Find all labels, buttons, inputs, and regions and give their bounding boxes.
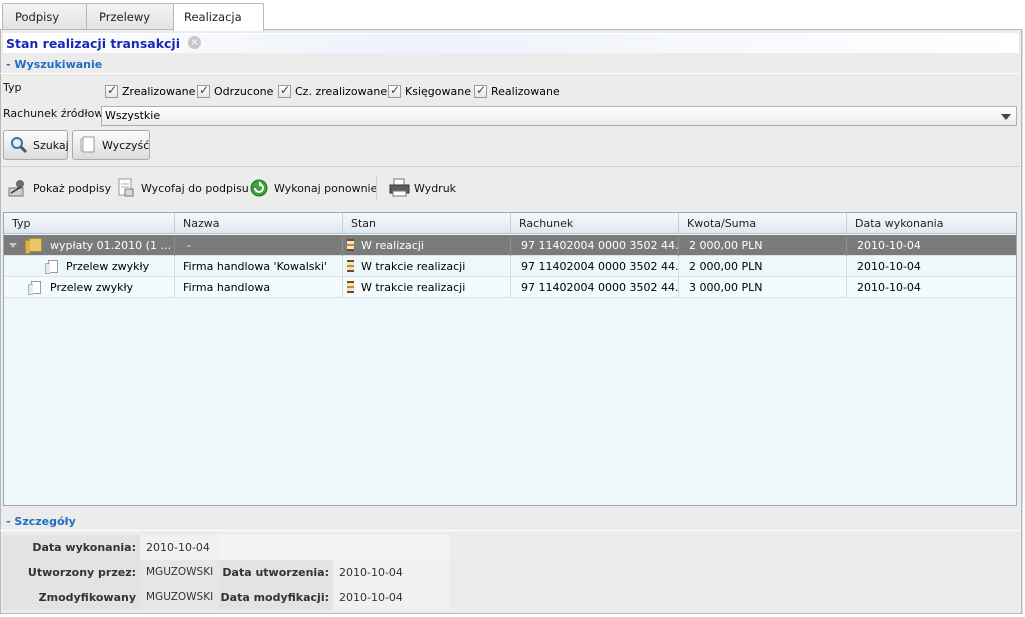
account-label: Rachunek źródłowy (3, 107, 110, 120)
print-label: Wydruk (414, 181, 457, 195)
checkbox-ksiegowane[interactable]: Księgowane (388, 83, 471, 99)
tab-bar: Podpisy Przelewy Realizacja × (0, 0, 1025, 49)
cell-rachunek: 97 11402004 0000 3502 44... (511, 235, 679, 256)
checkbox-label: Cz. zrealizowane (295, 84, 388, 98)
cell-data: 2010-10-04 (857, 239, 921, 252)
hourglass-icon (347, 260, 354, 272)
checkbox-realizowane[interactable]: Realizowane (474, 83, 560, 99)
column-header-kwota[interactable]: Kwota/Suma (679, 213, 847, 234)
created-date-label: Data utworzenia: (219, 560, 333, 585)
withdraw-to-sign-label: Wycofaj do podpisu (141, 181, 249, 195)
created-date-value: 2010-10-04 10:43:42 (333, 560, 449, 604)
document-withdraw-icon (116, 178, 136, 198)
modified-date-value: 2010-10-04 13:47:10 (333, 585, 449, 617)
cell-data: 2010-10-04 (857, 260, 921, 273)
tab-podpisy[interactable]: Podpisy (2, 3, 87, 30)
cell-typ: Przelew zwykły (66, 256, 175, 277)
blank-document-icon (78, 135, 98, 155)
account-select[interactable]: Wszystkie (101, 106, 1017, 126)
clear-button[interactable]: Wyczyść (72, 130, 150, 160)
table-row[interactable]: Przelew zwykły Firma handlowa W trakcie … (4, 277, 1016, 298)
cell-rachunek: 97 11402004 0000 3502 44... (511, 256, 679, 277)
search-section-header[interactable]: - Wyszukiwanie (0, 57, 1020, 74)
document-icon (28, 281, 41, 295)
transactions-table[interactable]: Typ Nazwa Stan Rachunek Kwota/Suma Data … (3, 212, 1017, 506)
type-label: Typ (3, 81, 22, 94)
tab-label: Przelewy (99, 10, 151, 24)
signature-icon (8, 178, 28, 198)
checkbox-icon[interactable] (105, 83, 118, 98)
printer-icon (389, 178, 410, 198)
checkbox-odrzucone[interactable]: Odrzucone (197, 83, 273, 99)
modified-by-label: Zmodyfikowany przez: (3, 585, 140, 617)
modified-date-label: Data modyfikacji: (219, 585, 333, 610)
hourglass-icon (347, 239, 354, 251)
cell-kwota: 3 000,00 PLN (679, 277, 847, 298)
execute-again-label: Wykonaj ponownie (274, 181, 378, 195)
cell-data: 2010-10-04 (857, 281, 921, 294)
show-signatures-label: Pokaż podpisy (33, 181, 112, 195)
page-title: Stan realizacji transakcji (3, 33, 1019, 53)
empty-cell (219, 535, 449, 560)
table-row[interactable]: wypłaty 01.2010 (1 ... - W realizacji 97… (4, 235, 1016, 256)
tab-label: Realizacja (184, 10, 242, 24)
cell-typ: Przelew zwykły (50, 277, 175, 298)
withdraw-to-sign-button[interactable]: Wycofaj do podpisu (116, 177, 249, 199)
toolbar-separator (376, 175, 377, 201)
column-header-rachunek[interactable]: Rachunek (511, 213, 679, 234)
cell-kwota: 2 000,00 PLN (679, 256, 847, 277)
tab-realizacja[interactable]: Realizacja × (173, 3, 264, 49)
cell-nazwa: - (175, 235, 343, 256)
execute-again-button[interactable]: Wykonaj ponownie (249, 177, 377, 199)
modified-by-value: MGUZOWSKI (140, 585, 219, 610)
column-header-data[interactable]: Data wykonania (847, 213, 1016, 234)
divider (0, 166, 1020, 167)
search-button[interactable]: Szukaj (3, 130, 69, 160)
column-header-typ[interactable]: Typ (4, 213, 175, 234)
document-icon (45, 260, 58, 274)
table-header: Typ Nazwa Stan Rachunek Kwota/Suma Data … (4, 213, 1016, 234)
refresh-icon (249, 178, 269, 198)
table-row[interactable]: Przelew zwykły Firma handlowa 'Kowalski'… (4, 256, 1016, 277)
checkbox-zrealizowane[interactable]: Zrealizowane (105, 83, 195, 99)
folder-icon (25, 238, 42, 254)
cell-nazwa: Firma handlowa 'Kowalski' (175, 256, 343, 277)
cell-rachunek: 97 11402004 0000 3502 44... (511, 277, 679, 298)
cell-nazwa: Firma handlowa (175, 277, 343, 298)
exec-date-value: 2010-10-04 (140, 535, 219, 560)
search-button-label: Szukaj (33, 138, 69, 152)
cell-stan: W trakcie realizacji (361, 256, 511, 277)
details-section-header[interactable]: - Szczegóły (0, 514, 1020, 531)
checkbox-label: Księgowane (405, 84, 471, 98)
cell-stan: W realizacji (361, 235, 511, 256)
print-button[interactable]: Wydruk (389, 177, 456, 199)
account-select-value: Wszystkie (105, 109, 161, 122)
expand-arrow-icon[interactable] (9, 243, 17, 248)
close-tab-icon[interactable]: × (188, 36, 201, 49)
checkbox-cz-zrealizowane[interactable]: Cz. zrealizowane (278, 83, 387, 99)
checkbox-icon[interactable] (388, 83, 401, 98)
checkbox-icon[interactable] (474, 83, 487, 98)
hourglass-icon (347, 281, 354, 293)
exec-date-label: Data wykonania: (3, 535, 140, 560)
cell-stan: W trakcie realizacji (361, 277, 511, 298)
checkbox-label: Zrealizowane (122, 84, 196, 98)
checkbox-icon[interactable] (278, 83, 291, 98)
tab-label: Podpisy (15, 10, 60, 24)
details-panel: Data wykonania: 2010-10-04 Utworzony prz… (3, 535, 449, 617)
chevron-down-icon[interactable] (1001, 114, 1011, 120)
checkbox-icon[interactable] (197, 83, 210, 98)
column-header-nazwa[interactable]: Nazwa (175, 213, 343, 234)
show-signatures-button[interactable]: Pokaż podpisy (8, 177, 111, 199)
checkbox-label: Odrzucone (214, 84, 274, 98)
column-header-stan[interactable]: Stan (343, 213, 511, 234)
clear-button-label: Wyczyść (102, 138, 150, 152)
created-by-value: MGUZOWSKI (140, 560, 219, 585)
checkbox-label: Realizowane (491, 84, 560, 98)
tab-przelewy[interactable]: Przelewy (86, 3, 174, 30)
cell-typ: wypłaty 01.2010 (1 ... (50, 235, 175, 256)
cell-kwota: 2 000,00 PLN (679, 235, 847, 256)
search-icon (9, 135, 29, 155)
created-by-label: Utworzony przez: (3, 560, 140, 585)
